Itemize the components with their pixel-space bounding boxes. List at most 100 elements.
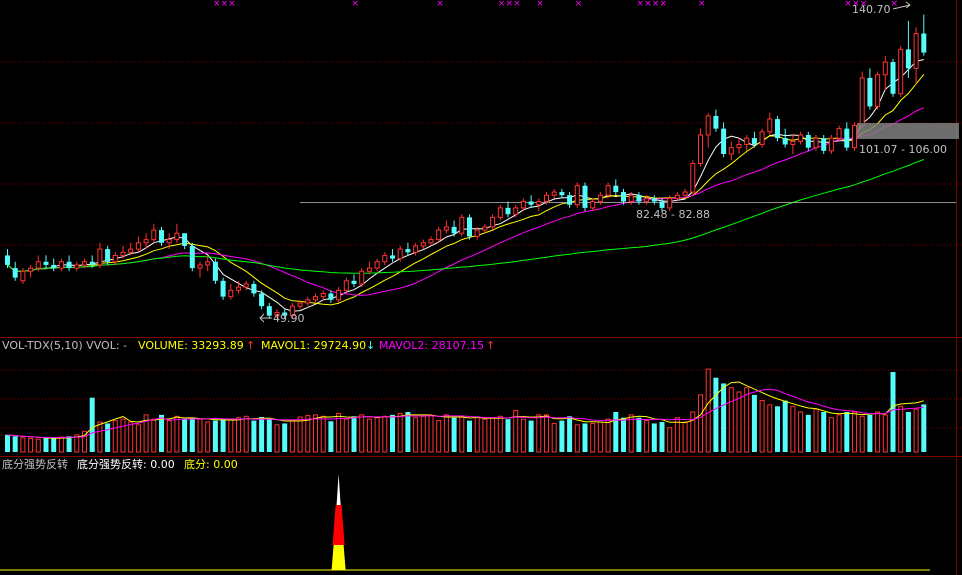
volume-bar [482, 418, 488, 453]
candle-body [89, 261, 95, 265]
candle-body [12, 268, 18, 278]
volume-bar [366, 418, 372, 453]
volume-bar [259, 417, 265, 452]
candle-body [297, 302, 303, 307]
candle-body [497, 207, 503, 218]
top-marker: × [221, 0, 229, 9]
candle-body [898, 48, 904, 95]
volume-bar [867, 414, 873, 452]
volume-bar [428, 415, 434, 453]
candle-body [66, 261, 72, 269]
candle-body [82, 261, 87, 266]
volume-bar [913, 408, 919, 453]
range-highlight-box [857, 123, 959, 139]
volume-bar [690, 411, 696, 453]
candle-body [536, 201, 542, 206]
volume-bar [621, 417, 626, 452]
top-marker: × [844, 0, 852, 9]
candle-body [859, 77, 865, 126]
candle-body [305, 299, 311, 304]
volume-bar [451, 417, 457, 452]
candle-body [51, 264, 57, 269]
top-marker: × [513, 0, 521, 9]
candle-body [120, 251, 126, 256]
volume-bar [135, 424, 141, 453]
candle-body [182, 233, 188, 246]
top-marker: × [698, 0, 706, 9]
candle-body [328, 293, 334, 300]
volume-bar [828, 417, 834, 453]
volume-bar [875, 411, 881, 453]
candle-body [590, 201, 596, 209]
candle-body [890, 62, 896, 94]
candle-body [628, 194, 634, 203]
volume-bar [721, 383, 727, 452]
volume-bar [651, 423, 657, 452]
candle-body [405, 249, 411, 253]
top-marker: × [644, 0, 652, 9]
volume-bar [790, 405, 796, 453]
range-label-1: 82.48 - 82.88 [636, 208, 710, 221]
candle-body [490, 216, 496, 228]
candle-body [698, 134, 703, 165]
volume-bar [320, 415, 326, 453]
volume-bar [35, 438, 41, 453]
volume-bar [289, 420, 295, 453]
volume-bar [775, 406, 780, 452]
volume-bar [105, 423, 111, 452]
volume-bar [536, 414, 542, 453]
candle-body [528, 201, 534, 205]
candle-body [836, 128, 842, 139]
volume-bar [852, 411, 857, 453]
candle-body [805, 134, 811, 148]
candle-body [736, 143, 742, 149]
candle-body [651, 198, 657, 202]
volume-bar [266, 419, 272, 452]
volume-bar [328, 421, 334, 452]
candle-body [574, 185, 580, 206]
candle-body [713, 115, 719, 129]
top-marker: × [213, 0, 221, 9]
volume-bar [744, 387, 750, 453]
top-marker: × [536, 0, 544, 9]
volume-bar [659, 422, 665, 452]
candle-body [112, 254, 118, 263]
volume-bar [544, 414, 549, 453]
mavol2-label: MAVOL2: 28107.15 [379, 339, 484, 352]
volume-bar [58, 436, 64, 453]
volume-bar [236, 417, 241, 453]
ind-line1-label: 底分强势反转: 0.00 [77, 457, 175, 471]
ind-panel-title: 底分强势反转 [2, 457, 68, 471]
volume-bar [805, 414, 811, 452]
volume-bar [636, 417, 642, 452]
volume-bar [374, 417, 380, 453]
indicator-spike-yellow [331, 545, 346, 570]
candle-body [128, 248, 134, 253]
stock-chart: × × × × × × × × × × × × × × × × × × × 140.70 101.07 - 106.… [0, 0, 962, 575]
volume-bar [159, 414, 164, 452]
volume-bar [12, 436, 18, 452]
volume-bar [751, 394, 757, 452]
volume-bar [844, 412, 850, 452]
volume-bar [467, 420, 472, 452]
candle-body [20, 270, 26, 282]
volume-bar [243, 415, 249, 453]
volume-bar [189, 417, 195, 452]
volume-bar [282, 423, 288, 452]
volume-bar [490, 417, 496, 453]
candle-body [852, 124, 857, 149]
volume-bar [767, 404, 773, 453]
candle-body [551, 191, 557, 196]
volume-bar [705, 368, 711, 453]
candle-body [690, 163, 696, 193]
volume-bar [713, 377, 719, 452]
volume-bar [228, 419, 234, 453]
candle-body [605, 185, 611, 196]
candle-body [259, 293, 265, 307]
volume-bar [382, 415, 388, 453]
candle-body [467, 217, 472, 237]
vol-panel-name: VOL-TDX(5,10) VVOL: - [2, 339, 127, 352]
volume-bar [590, 422, 596, 453]
candle-body [143, 239, 149, 244]
volume-bar [351, 416, 357, 452]
